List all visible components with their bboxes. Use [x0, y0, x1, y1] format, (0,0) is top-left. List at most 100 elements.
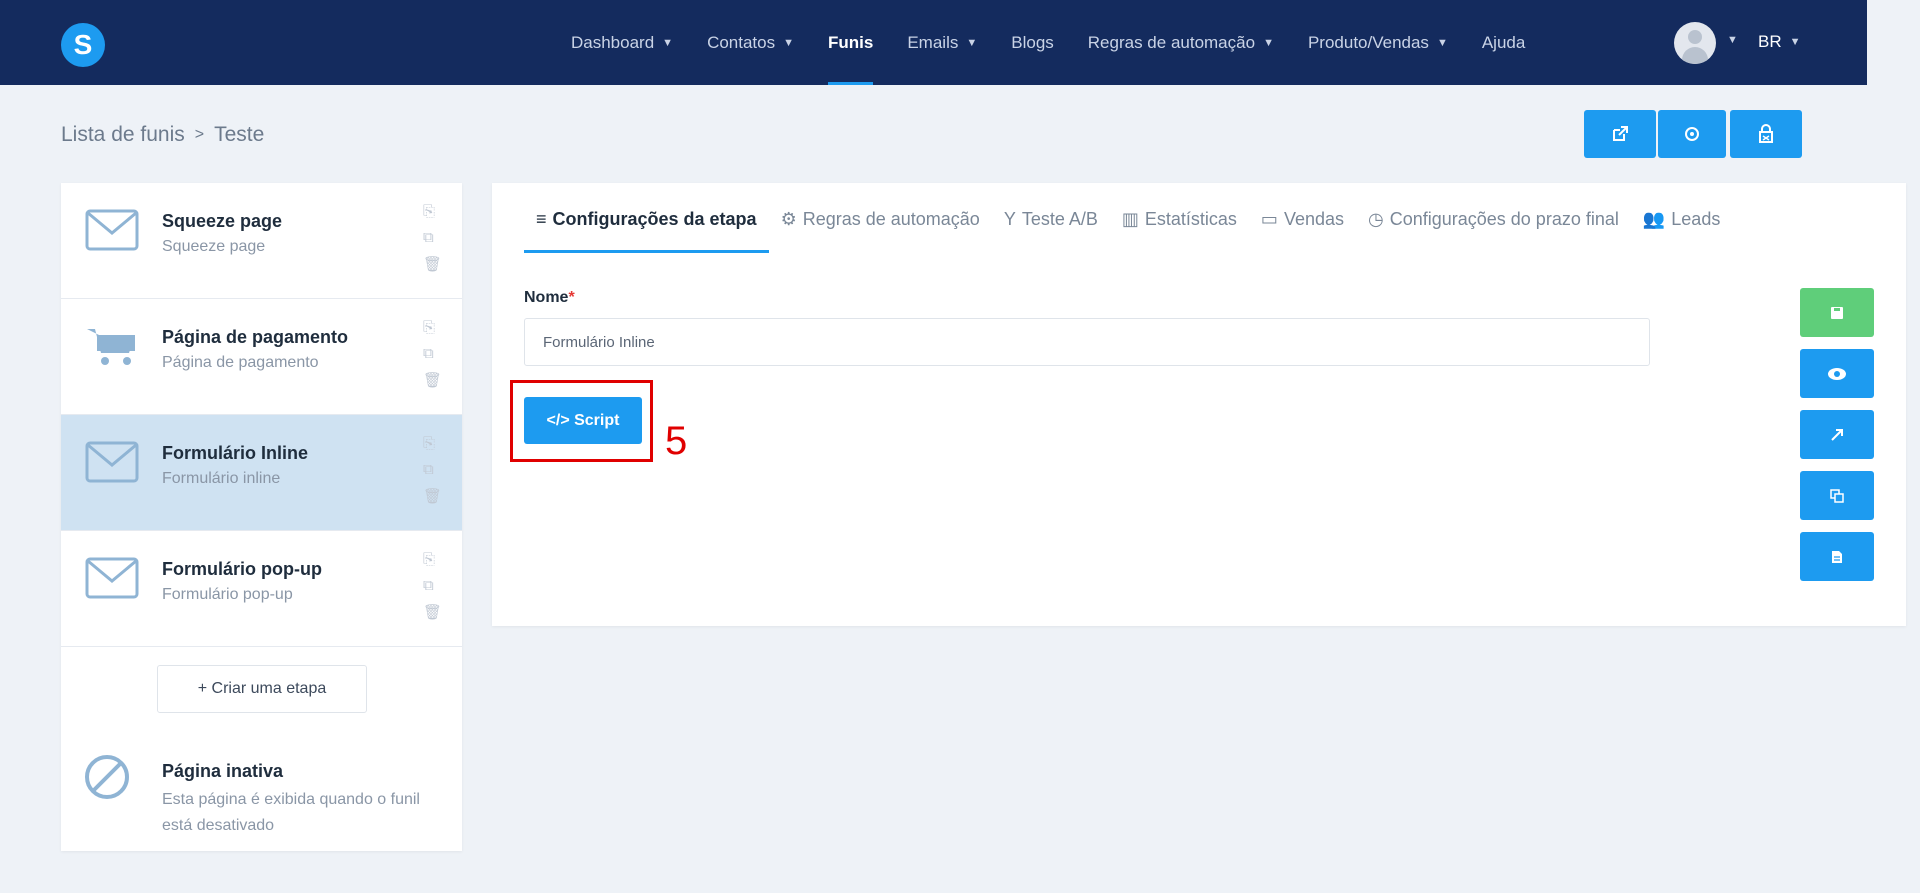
copy-button[interactable]: [1800, 471, 1874, 520]
language-selector[interactable]: BR ▼: [1758, 32, 1801, 52]
chevron-down-icon[interactable]: ▼: [1727, 34, 1738, 46]
create-step-button[interactable]: + Criar uma etapa: [157, 665, 367, 713]
chevron-down-icon: ▼: [966, 36, 978, 49]
nav-produto-vendas[interactable]: Produto/Vendas ▼: [1308, 0, 1448, 85]
document-button[interactable]: [1800, 532, 1874, 581]
step-title: Formulário pop-up: [162, 559, 322, 579]
open-external-button[interactable]: [1584, 110, 1656, 158]
nav-ajuda[interactable]: Ajuda: [1482, 0, 1525, 85]
nav-emails[interactable]: Emails ▼: [907, 0, 977, 85]
step-squeeze-page[interactable]: Squeeze page Squeeze page ⎘ ⧉ 🗑: [61, 183, 462, 299]
funnel-steps-panel: Squeeze page Squeeze page ⎘ ⧉ 🗑 Página d…: [61, 183, 462, 851]
inactive-page-title[interactable]: Página inativa: [162, 761, 283, 782]
gears-icon: ⚙: [780, 209, 797, 229]
duplicate-icon[interactable]: ⧉: [423, 461, 442, 478]
tab-leads[interactable]: 👥 Leads: [1631, 209, 1732, 253]
step-tabs: ≡ Configurações da etapa ⚙ Regras de aut…: [524, 209, 1732, 253]
nav-label: Funis: [828, 32, 874, 52]
money-icon: ▭: [1260, 209, 1278, 229]
step-subtitle: Formulário pop-up: [162, 586, 293, 603]
duplicate-icon[interactable]: ⧉: [423, 577, 442, 594]
breadcrumb: Lista de funis > Teste: [61, 123, 264, 147]
nav-label: Produto/Vendas: [1307, 32, 1429, 52]
step-actions: ⎘ ⧉ 🗑: [423, 435, 442, 505]
external-link-icon: [1613, 126, 1628, 141]
nav-blogs[interactable]: Blogs: [1011, 0, 1054, 85]
bar-chart-icon: ▥: [1121, 209, 1139, 229]
copy-icon: [1830, 488, 1844, 503]
settings-button[interactable]: [1658, 110, 1726, 158]
annotation-highlight-box: [510, 380, 653, 462]
nav-regras-automacao[interactable]: Regras de automação ▼: [1088, 0, 1274, 85]
ban-icon: [85, 755, 129, 799]
tab-teste-ab[interactable]: Y Teste A/B: [992, 209, 1110, 253]
label-text: Nome: [524, 289, 569, 306]
copy-icon[interactable]: ⎘: [423, 551, 442, 568]
tab-configuracoes-prazo-final[interactable]: ◷ Configurações do prazo final: [1356, 209, 1631, 253]
envelope-icon: [85, 441, 139, 483]
nav-label: Ajuda: [1481, 32, 1526, 52]
expand-icon: [1831, 428, 1843, 441]
copy-icon[interactable]: ⎘: [423, 319, 442, 336]
copy-icon[interactable]: ⎘: [423, 203, 442, 220]
list-icon: ≡: [536, 209, 547, 229]
chevron-right-icon: >: [194, 126, 205, 143]
split-icon: Y: [1003, 209, 1016, 229]
avatar-torso: [1682, 47, 1708, 64]
trash-icon[interactable]: 🗑: [423, 603, 442, 621]
chevron-down-icon: ▼: [1789, 36, 1801, 48]
eye-icon: [1828, 367, 1846, 380]
app-logo[interactable]: S: [61, 23, 105, 67]
copy-icon[interactable]: ⎘: [423, 435, 442, 452]
nav-label: Dashboard: [571, 32, 655, 52]
expand-button[interactable]: [1800, 410, 1874, 459]
step-subtitle: Formulário inline: [162, 470, 281, 487]
main-nav: Dashboard ▼ Contatos ▼ Funis Emails ▼ Bl…: [571, 0, 1559, 85]
nav-label: Contatos: [707, 32, 776, 52]
breadcrumb-parent[interactable]: Lista de funis: [61, 123, 185, 147]
tab-label: Leads: [1671, 209, 1721, 229]
nav-funis[interactable]: Funis: [828, 0, 874, 85]
nav-label: Regras de automação: [1087, 32, 1256, 52]
avatar-head: [1688, 30, 1702, 44]
tab-estatisticas[interactable]: ▥ Estatísticas: [1110, 209, 1249, 253]
step-settings-card: ≡ Configurações da etapa ⚙ Regras de aut…: [492, 183, 1906, 626]
chevron-down-icon: ▼: [1436, 36, 1448, 49]
envelope-icon: [85, 209, 139, 251]
tab-vendas[interactable]: ▭ Vendas: [1249, 209, 1356, 253]
shop-button[interactable]: [1730, 110, 1802, 158]
nav-label: Blogs: [1011, 32, 1054, 52]
side-action-buttons: [1800, 288, 1874, 581]
nav-label: Emails: [907, 32, 959, 52]
tab-configuracoes-etapa[interactable]: ≡ Configurações da etapa: [524, 209, 769, 253]
step-title: Página de pagamento: [162, 327, 349, 347]
avatar[interactable]: [1674, 22, 1716, 64]
step-formulario-popup[interactable]: Formulário pop-up Formulário pop-up ⎘ ⧉ …: [61, 531, 462, 647]
step-actions: ⎘ ⧉ 🗑: [423, 551, 442, 621]
step-title: Formulário Inline: [162, 443, 309, 463]
clock-icon: ◷: [1368, 209, 1384, 229]
tab-label: Configurações do prazo final: [1389, 209, 1619, 229]
step-formulario-inline[interactable]: Formulário Inline Formulário inline ⎘ ⧉ …: [61, 415, 462, 531]
tab-label: Vendas: [1283, 209, 1344, 229]
step-pagina-pagamento[interactable]: Página de pagamento Página de pagamento …: [61, 299, 462, 415]
required-mark: *: [568, 289, 575, 306]
trash-icon[interactable]: 🗑: [423, 371, 442, 389]
duplicate-icon[interactable]: ⧉: [423, 229, 442, 246]
nav-contatos[interactable]: Contatos ▼: [707, 0, 794, 85]
save-button[interactable]: [1800, 288, 1874, 337]
trash-icon[interactable]: 🗑: [423, 487, 442, 505]
trash-icon[interactable]: 🗑: [423, 255, 442, 273]
envelope-icon: [85, 557, 139, 599]
duplicate-icon[interactable]: ⧉: [423, 345, 442, 362]
step-title: Squeeze page: [162, 211, 283, 231]
shop-icon: [1759, 124, 1773, 143]
preview-button[interactable]: [1800, 349, 1874, 398]
tab-label: Estatísticas: [1144, 209, 1237, 229]
name-field[interactable]: [524, 318, 1650, 366]
save-icon: [1831, 306, 1843, 319]
tab-label: Regras de automação: [802, 209, 980, 229]
tab-regras-automacao[interactable]: ⚙ Regras de automação: [769, 209, 992, 253]
nav-dashboard[interactable]: Dashboard ▼: [571, 0, 673, 85]
inactive-page-description: Esta página é exibida quando o funil est…: [162, 791, 420, 834]
